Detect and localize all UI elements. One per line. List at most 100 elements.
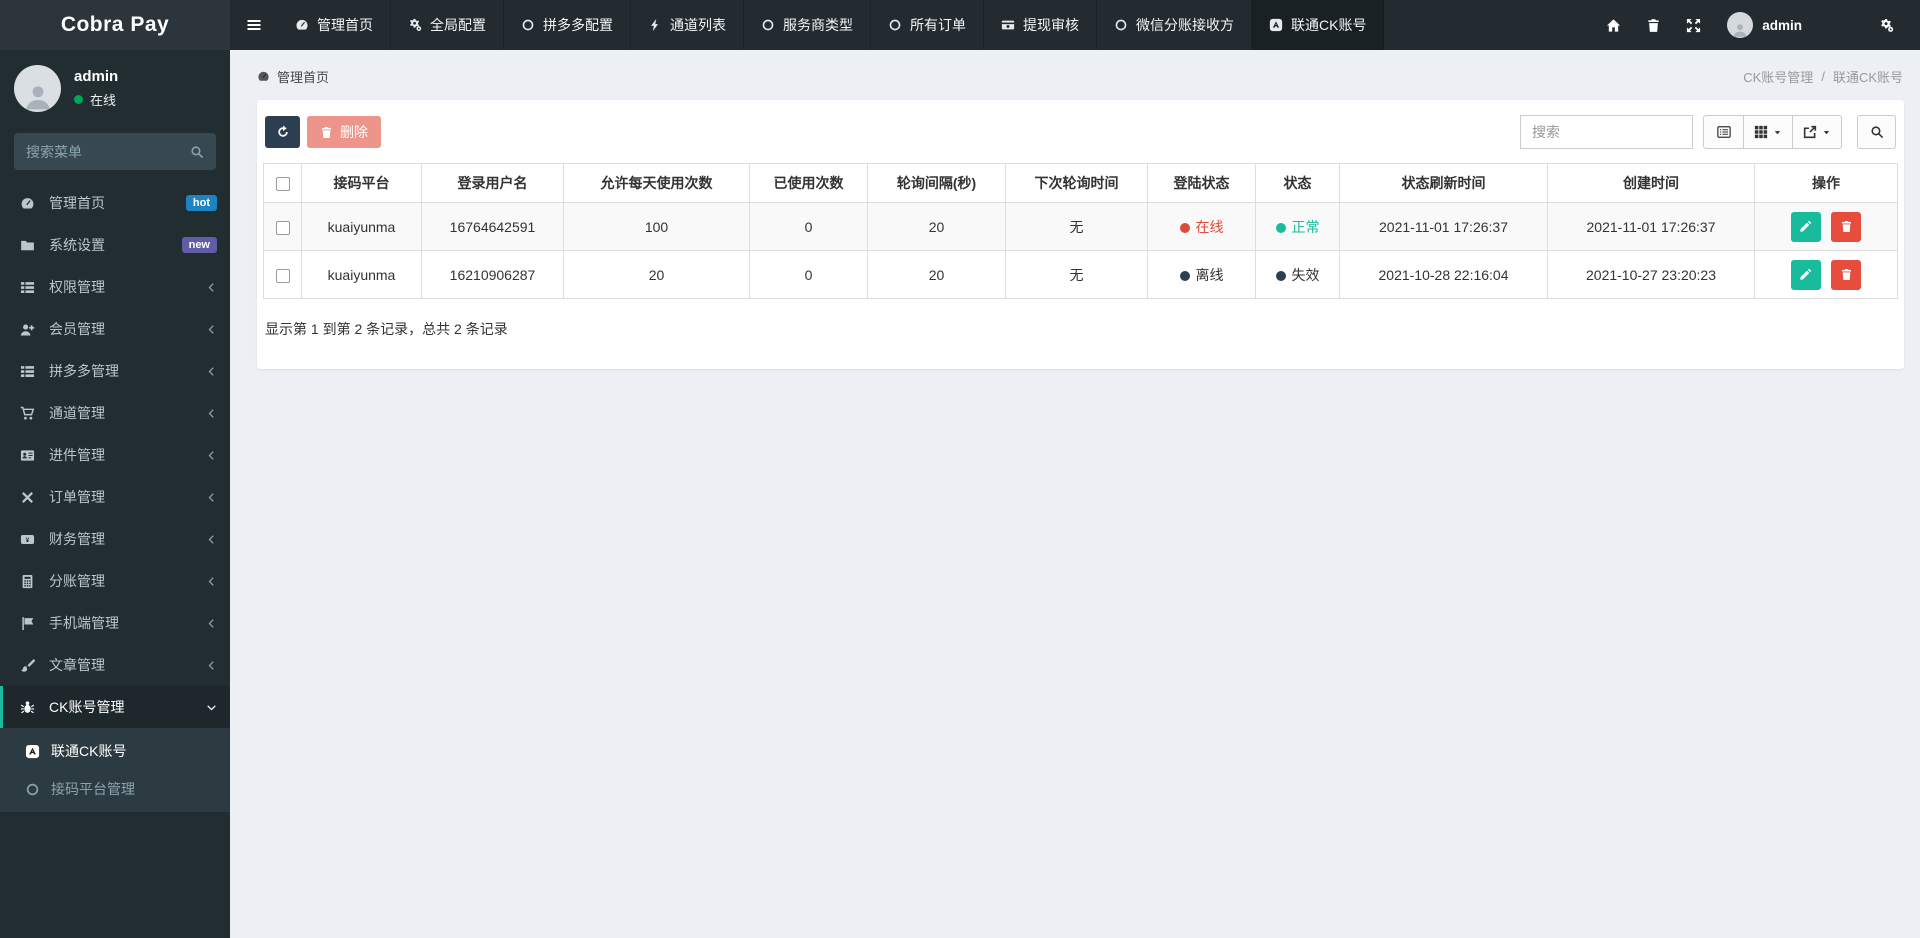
trash-icon xyxy=(1646,18,1661,33)
hamburger-icon xyxy=(246,17,262,33)
status-dot-icon xyxy=(1276,223,1286,233)
chevron-down-icon xyxy=(206,702,217,713)
sidebar-item-ck-accounts[interactable]: CK账号管理 xyxy=(0,686,230,728)
chevron-left-icon xyxy=(206,576,217,587)
table-card: 删除 接码平台 登录用户名 xyxy=(257,100,1904,369)
caret-down-icon xyxy=(1822,128,1831,137)
cell-actions xyxy=(1755,203,1898,251)
row-checkbox[interactable] xyxy=(276,269,290,283)
table-toolbar: 删除 xyxy=(263,113,1898,163)
table-search-input[interactable] xyxy=(1520,115,1693,149)
toolbar-right xyxy=(1520,115,1896,149)
refresh-button[interactable] xyxy=(265,116,300,148)
sidebar-item-orders[interactable]: 订单管理 xyxy=(0,476,230,518)
tab-pdd-config[interactable]: 拼多多配置 xyxy=(504,0,631,50)
search-toggle-button[interactable] xyxy=(1857,115,1896,149)
gauge-icon xyxy=(295,18,309,32)
tab-provider-type[interactable]: 服务商类型 xyxy=(744,0,871,50)
user-icon xyxy=(23,82,53,112)
breadcrumb-section[interactable]: CK账号管理 xyxy=(1743,67,1813,86)
tab-global-config[interactable]: 全局配置 xyxy=(391,0,504,50)
toggle-pagination-button[interactable] xyxy=(1703,115,1744,149)
new-badge: new xyxy=(182,237,217,253)
chevron-left-icon xyxy=(206,660,217,671)
sidebar-item-articles[interactable]: 文章管理 xyxy=(0,644,230,686)
cell-used: 0 xyxy=(750,251,868,299)
search-icon[interactable] xyxy=(190,145,204,159)
sidebar-toggle-button[interactable] xyxy=(230,0,278,50)
cell-refresh-time: 2021-11-01 17:26:37 xyxy=(1340,203,1548,251)
tab-unicom-ck-accounts[interactable]: 联通CK账号 xyxy=(1252,0,1384,50)
cell-platform: kuaiyunma xyxy=(302,203,422,251)
export-button[interactable] xyxy=(1792,115,1842,149)
select-all-checkbox[interactable] xyxy=(276,177,290,191)
circle-icon xyxy=(888,18,902,32)
cell-login-status: 离线 xyxy=(1148,251,1256,299)
cell-create-time: 2021-11-01 17:26:37 xyxy=(1548,203,1755,251)
cell-refresh-time: 2021-10-28 22:16:04 xyxy=(1340,251,1548,299)
home-icon xyxy=(1606,18,1621,33)
sidebar-menu: 管理首页hot 系统设置new 权限管理 会员管理 拼多多管理 通道管理 进件管… xyxy=(0,182,230,728)
sidebar-item-dashboard[interactable]: 管理首页hot xyxy=(0,182,230,224)
pencil-icon xyxy=(1799,268,1812,281)
settings-button[interactable] xyxy=(1866,18,1906,33)
sidebar-subitem-sms-platform[interactable]: 接码平台管理 xyxy=(0,770,230,808)
expand-icon xyxy=(1686,18,1701,33)
avatar xyxy=(14,65,61,112)
sidebar: admin 在线 管理首页hot 系统设置new 权限管理 会员管理 拼多多管理… xyxy=(0,50,230,938)
edit-button[interactable] xyxy=(1791,212,1821,242)
flag-icon xyxy=(18,616,36,631)
tab-wechat-receivers[interactable]: 微信分账接收方 xyxy=(1097,0,1252,50)
sidebar-subitem-unicom-ck[interactable]: 联通CK账号 xyxy=(0,732,230,770)
sidebar-item-channels[interactable]: 通道管理 xyxy=(0,392,230,434)
delete-row-button[interactable] xyxy=(1831,260,1861,290)
folder-icon xyxy=(18,238,36,253)
menu-search-input[interactable] xyxy=(26,144,190,160)
refresh-icon xyxy=(276,125,290,139)
circle-icon xyxy=(761,18,775,32)
sidebar-user-panel: admin 在线 xyxy=(0,50,230,125)
sidebar-item-members[interactable]: 会员管理 xyxy=(0,308,230,350)
grid-icon xyxy=(1754,125,1768,139)
user-menu[interactable]: admin xyxy=(1727,12,1802,38)
tab-dashboard[interactable]: 管理首页 xyxy=(278,0,391,50)
sidebar-item-finance[interactable]: 财务管理 xyxy=(0,518,230,560)
home-button[interactable] xyxy=(1593,18,1633,33)
sidebar-item-permissions[interactable]: 权限管理 xyxy=(0,266,230,308)
chevron-left-icon xyxy=(206,618,217,629)
tab-channel-list[interactable]: 通道列表 xyxy=(631,0,744,50)
search-icon xyxy=(1870,125,1884,139)
tab-all-orders[interactable]: 所有订单 xyxy=(871,0,984,50)
sidebar-item-onboarding[interactable]: 进件管理 xyxy=(0,434,230,476)
sidebar-item-system-settings[interactable]: 系统设置new xyxy=(0,224,230,266)
clear-cache-button[interactable] xyxy=(1633,18,1673,33)
cell-platform: kuaiyunma xyxy=(302,251,422,299)
brand-logo[interactable]: Cobra Pay xyxy=(0,0,230,50)
col-username: 登录用户名 xyxy=(422,164,564,203)
hot-badge: hot xyxy=(186,195,217,211)
list-icon xyxy=(18,364,36,379)
sidebar-item-mobile[interactable]: 手机端管理 xyxy=(0,602,230,644)
row-checkbox[interactable] xyxy=(276,221,290,235)
sidebar-item-pdd[interactable]: 拼多多管理 xyxy=(0,350,230,392)
col-login-status: 登陆状态 xyxy=(1148,164,1256,203)
edit-button[interactable] xyxy=(1791,260,1821,290)
cogs-icon xyxy=(408,18,422,32)
breadcrumb-home[interactable]: 管理首页 xyxy=(257,67,329,86)
sidebar-item-ledger[interactable]: 分账管理 xyxy=(0,560,230,602)
circle-icon xyxy=(521,18,535,32)
delete-row-button[interactable] xyxy=(1831,212,1861,242)
cell-next-poll: 无 xyxy=(1006,203,1148,251)
cell-used: 0 xyxy=(750,203,868,251)
user-icon xyxy=(1732,22,1748,38)
circle-icon xyxy=(1114,18,1128,32)
tab-withdraw-review[interactable]: 提现审核 xyxy=(984,0,1097,50)
navbar-tabs: 管理首页 全局配置 拼多多配置 通道列表 服务商类型 所有订单 提现审核 微信分… xyxy=(278,0,1384,50)
export-icon xyxy=(1803,125,1817,139)
columns-button[interactable] xyxy=(1743,115,1793,149)
calculator-icon xyxy=(18,574,36,589)
times-icon xyxy=(18,490,36,505)
fullscreen-button[interactable] xyxy=(1673,18,1713,33)
delete-button[interactable]: 删除 xyxy=(307,116,381,148)
breadcrumb-trail: CK账号管理 / 联通CK账号 xyxy=(1743,67,1903,86)
